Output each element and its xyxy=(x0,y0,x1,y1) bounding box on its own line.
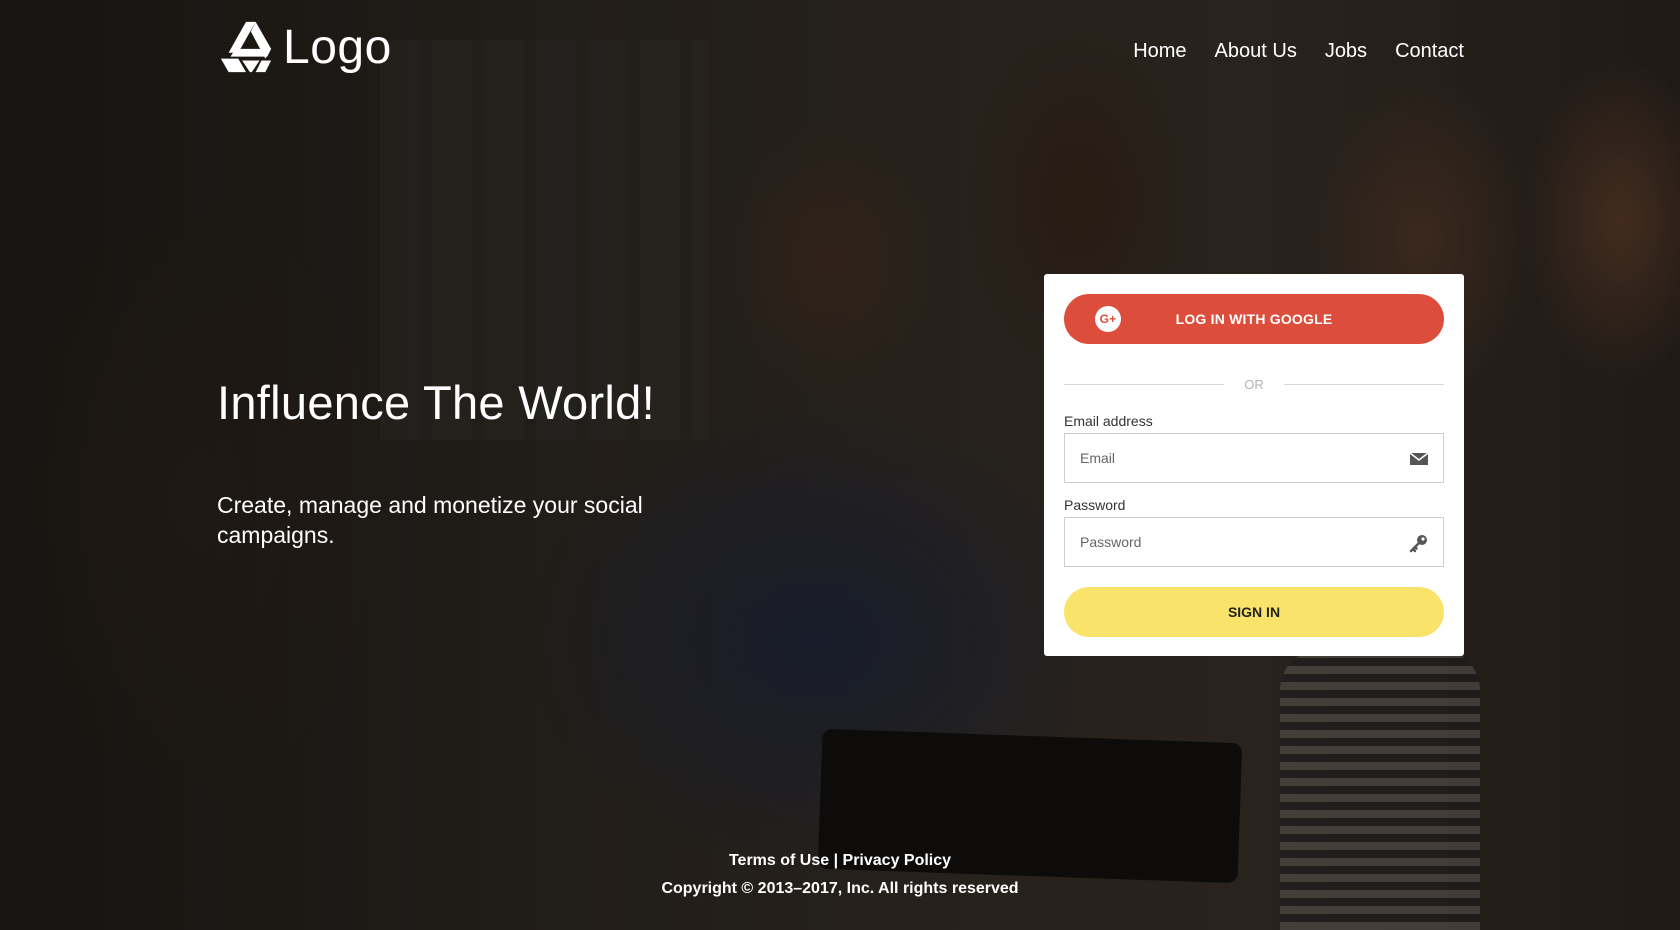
privacy-link[interactable]: Privacy Policy xyxy=(843,852,952,869)
site-header: Logo Home About Us Jobs Contact xyxy=(217,16,1464,86)
google-login-button[interactable]: G+ LOG IN WITH GOOGLE xyxy=(1064,294,1444,344)
copyright-text: Copyright © 2013–2017, Inc. All rights r… xyxy=(661,880,1019,897)
logo-text: Logo xyxy=(283,20,392,74)
nav-home[interactable]: Home xyxy=(1133,40,1186,63)
email-field-wrap xyxy=(1064,433,1444,483)
main-nav: Home About Us Jobs Contact xyxy=(1133,40,1464,63)
password-field-wrap xyxy=(1064,517,1444,567)
hero-title: Influence The World! xyxy=(217,376,655,429)
footer-links: Terms of Use | Privacy Policy xyxy=(0,852,1680,870)
sign-in-button[interactable]: SIGN IN xyxy=(1064,587,1444,637)
logo[interactable]: Logo xyxy=(217,18,392,76)
triangle-knot-logo-icon xyxy=(220,21,272,73)
password-label: Password xyxy=(1064,497,1126,513)
or-divider: OR xyxy=(1064,374,1444,394)
email-label: Email address xyxy=(1064,413,1153,429)
google-plus-icon: G+ xyxy=(1095,306,1121,332)
hero-subtitle: Create, manage and monetize your social … xyxy=(217,492,643,548)
nav-contact[interactable]: Contact xyxy=(1395,40,1464,63)
nav-about-us[interactable]: About Us xyxy=(1215,40,1297,63)
footer-separator: | xyxy=(833,852,839,869)
site-footer: Terms of Use | Privacy Policy Copyright … xyxy=(0,852,1680,898)
key-icon xyxy=(1409,535,1427,553)
or-text: OR xyxy=(1244,376,1264,392)
password-field[interactable] xyxy=(1065,518,1443,566)
nav-jobs[interactable]: Jobs xyxy=(1325,40,1367,63)
email-field[interactable] xyxy=(1065,434,1443,482)
terms-link[interactable]: Terms of Use xyxy=(729,852,829,869)
envelope-icon xyxy=(1409,452,1429,465)
login-card: G+ LOG IN WITH GOOGLE OR Email address P… xyxy=(1044,274,1464,656)
google-login-label: LOG IN WITH GOOGLE xyxy=(1175,311,1333,327)
